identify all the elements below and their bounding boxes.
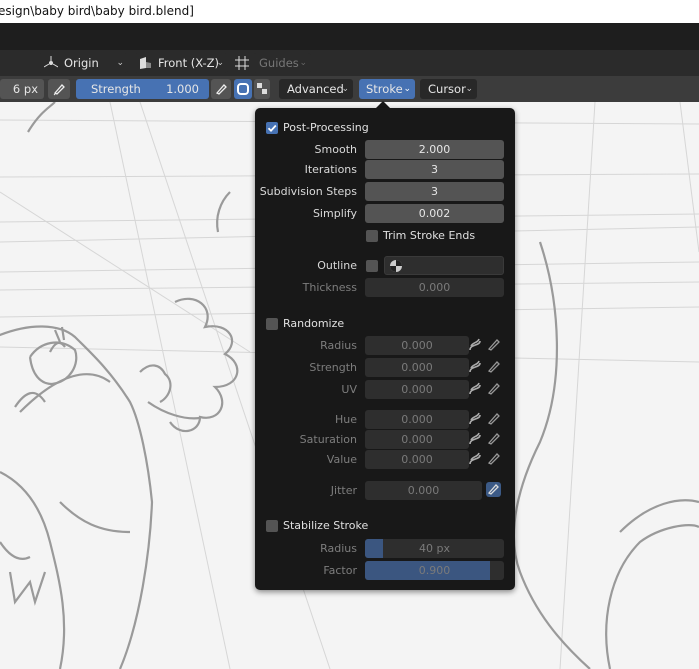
grid-guides-icon[interactable] <box>234 55 250 71</box>
cursor-dropdown[interactable]: Cursor ⌄ <box>420 79 477 99</box>
stroke-random-icon[interactable] <box>467 431 483 447</box>
iterations-label: Iterations <box>304 163 357 176</box>
material-icon <box>390 260 402 272</box>
jitter-pressure-button[interactable] <box>486 482 501 497</box>
size-pressure-button[interactable] <box>48 79 70 99</box>
pen-pressure-icon[interactable] <box>486 337 502 353</box>
top-bar <box>0 23 699 50</box>
random-hue-field[interactable]: 0.000 <box>365 410 469 429</box>
random-hue-label: Hue <box>334 413 357 426</box>
pen-pressure-icon[interactable] <box>486 451 502 467</box>
random-radius-label: Radius <box>320 339 357 352</box>
strength-slider[interactable]: Strength 1.000 <box>76 79 209 99</box>
post-processing-label: Post-Processing <box>283 121 369 134</box>
pivot-dropdown[interactable]: Origin ⌄ <box>38 53 128 73</box>
pen-pressure-icon <box>215 84 227 95</box>
pivot-label: Origin <box>64 56 99 70</box>
stroke-random-icon[interactable] <box>467 451 483 467</box>
advanced-label: Advanced <box>287 82 344 96</box>
jitter-field[interactable]: 0.000 <box>365 481 482 500</box>
view-label: Front (X-Z) <box>158 56 220 70</box>
smooth-label: Smooth <box>314 143 357 156</box>
outline-checkbox[interactable] <box>366 260 378 272</box>
smooth-field[interactable]: 2.000 <box>365 140 504 159</box>
tool-settings-bar: 6 px Strength 1.000 Advanced ⌄ Stroke ⌄ … <box>0 76 699 102</box>
draw-mode-toggle[interactable] <box>254 79 270 99</box>
size-field[interactable]: 6 px <box>0 79 44 99</box>
stabilize-radius-slider[interactable]: 40 px <box>365 539 504 558</box>
chevron-down-icon: ⌄ <box>341 84 349 94</box>
stabilize-radius-fill <box>365 539 384 558</box>
brush-mode-icon <box>237 83 249 95</box>
strength-label: Strength <box>91 82 141 96</box>
stroke-random-icon[interactable] <box>467 337 483 353</box>
post-processing-checkbox[interactable] <box>266 122 278 134</box>
cursor-label: Cursor <box>428 82 466 96</box>
stabilize-stroke-label: Stabilize Stroke <box>283 519 369 532</box>
guides-label: Guides <box>259 56 299 70</box>
random-saturation-field[interactable]: 0.000 <box>365 430 469 449</box>
view-plane-icon <box>140 57 151 69</box>
stroke-dropdown[interactable]: Stroke ⌄ <box>359 79 415 99</box>
stabilize-radius-label: Radius <box>320 542 357 555</box>
outline-material-selector[interactable] <box>384 256 504 275</box>
random-value-field[interactable]: 0.000 <box>365 450 469 469</box>
view-dropdown[interactable]: Front (X-Z) ⌄ <box>134 53 228 73</box>
subdivision-steps-label: Subdivision Steps <box>259 185 357 198</box>
pen-pressure-icon[interactable] <box>486 431 502 447</box>
viewport-header: Origin ⌄ Front (X-Z) ⌄ Guides ⌄ <box>0 50 699 76</box>
stabilize-factor-label: Factor <box>323 564 357 577</box>
trim-stroke-ends-label: Trim Stroke Ends <box>383 229 476 242</box>
size-value: 6 px <box>12 82 38 96</box>
chevron-down-icon: ⌄ <box>465 84 473 94</box>
stroke-label: Stroke <box>366 82 403 96</box>
random-radius-field[interactable]: 0.000 <box>365 336 469 355</box>
simplify-label: Simplify <box>312 207 357 220</box>
stroke-random-icon[interactable] <box>467 411 483 427</box>
iterations-field[interactable]: 3 <box>365 160 504 179</box>
stabilize-factor-slider[interactable]: 0.900 <box>365 561 504 580</box>
chevron-down-icon: ⌄ <box>299 58 307 68</box>
layers-icon <box>257 83 267 94</box>
stabilize-factor-value: 0.900 <box>418 564 451 577</box>
chevron-down-icon: ⌄ <box>216 58 224 68</box>
pen-pressure-icon[interactable] <box>486 381 502 397</box>
advanced-dropdown[interactable]: Advanced ⌄ <box>279 79 353 99</box>
simplify-field[interactable]: 0.002 <box>365 204 504 223</box>
random-value-label: Value <box>326 453 357 466</box>
random-uv-field[interactable]: 0.000 <box>365 380 469 399</box>
stroke-random-icon[interactable] <box>467 359 483 375</box>
strength-pressure-button[interactable] <box>211 79 231 99</box>
random-strength-label: Strength <box>309 361 357 374</box>
stabilize-radius-value: 40 px <box>419 542 450 555</box>
checkmark-icon <box>267 124 277 132</box>
trim-stroke-ends-checkbox[interactable] <box>366 230 378 242</box>
chevron-down-icon: ⌄ <box>403 84 411 94</box>
stabilize-stroke-checkbox[interactable] <box>266 520 278 532</box>
hardness-toggle[interactable] <box>234 79 252 99</box>
random-strength-field[interactable]: 0.000 <box>365 358 469 377</box>
randomize-checkbox[interactable] <box>266 318 278 330</box>
guides-dropdown[interactable]: Guides ⌄ <box>253 53 311 73</box>
random-saturation-label: Saturation <box>299 433 357 446</box>
chevron-down-icon: ⌄ <box>116 58 124 68</box>
outline-label: Outline <box>317 259 357 272</box>
window-title-bar: esign\baby bird\baby bird.blend] <box>0 0 699 23</box>
stroke-random-icon[interactable] <box>467 381 483 397</box>
origin-icon <box>44 56 58 68</box>
thickness-field[interactable]: 0.000 <box>365 278 504 297</box>
stroke-settings-popover: Post-Processing Smooth 2.000 Iterations … <box>255 108 515 590</box>
strength-value: 1.000 <box>166 82 199 96</box>
pen-pressure-icon <box>487 484 499 495</box>
window-title: esign\baby bird\baby bird.blend] <box>0 4 194 18</box>
subdivision-steps-field[interactable]: 3 <box>365 182 504 201</box>
jitter-label: Jitter <box>330 484 357 497</box>
thickness-label: Thickness <box>302 281 357 294</box>
pen-pressure-icon[interactable] <box>486 359 502 375</box>
pen-pressure-icon <box>53 84 65 96</box>
pen-pressure-icon[interactable] <box>486 411 502 427</box>
random-uv-label: UV <box>341 383 357 396</box>
randomize-label: Randomize <box>283 317 345 330</box>
